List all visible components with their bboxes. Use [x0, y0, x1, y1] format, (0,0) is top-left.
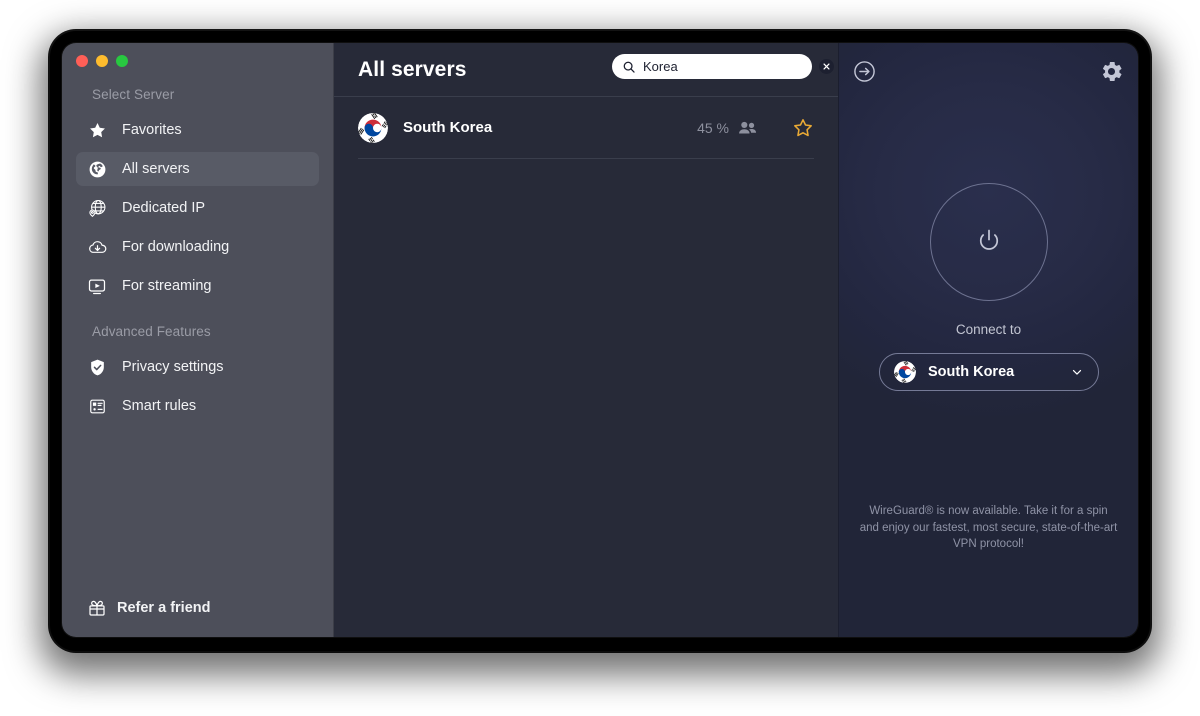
server-list: South Korea 45 % — [334, 97, 838, 159]
refer-a-friend-button[interactable]: Refer a friend — [86, 597, 210, 619]
promo-text: WireGuard® is now available. Take it for… — [859, 505, 1118, 550]
connection-panel: Connect to South Korea WireGuard® is now… — [838, 43, 1138, 637]
window-controls — [76, 55, 128, 67]
connect-to-label: Connect to — [955, 322, 1022, 337]
minimize-button[interactable] — [96, 55, 108, 67]
gear-icon[interactable] — [1099, 59, 1124, 84]
sidebar-nav-advanced: Privacy settings Smart rules — [76, 350, 319, 428]
globe-icon — [86, 158, 108, 180]
sidebar-heading-select-server: Select Server — [92, 87, 175, 102]
refer-a-friend-label: Refer a friend — [117, 600, 211, 616]
table-row[interactable]: South Korea 45 % — [358, 97, 814, 159]
clear-circle-icon[interactable] — [819, 59, 834, 74]
sidebar-item-smart-rules[interactable]: Smart rules — [76, 389, 319, 423]
arrow-right-circle-icon[interactable] — [853, 60, 876, 83]
users-icon — [738, 120, 758, 136]
zoom-button[interactable] — [116, 55, 128, 67]
power-button[interactable] — [929, 183, 1048, 301]
chevron-down-icon[interactable] — [1070, 365, 1084, 379]
sidebar-item-label: Privacy settings — [122, 359, 224, 375]
sidebar-item-label: Favorites — [122, 122, 182, 138]
main-header: All servers — [334, 43, 838, 97]
search-input[interactable] — [643, 59, 819, 74]
dedicated-ip-icon — [86, 197, 108, 219]
sidebar: Select Server Favorites All servers Dedi… — [62, 43, 334, 637]
south-korea-flag-icon — [894, 361, 916, 383]
sidebar-item-favorites[interactable]: Favorites — [76, 113, 319, 147]
close-button[interactable] — [76, 55, 88, 67]
sidebar-item-label: For downloading — [122, 239, 230, 255]
power-icon — [976, 227, 1002, 258]
sidebar-item-for-downloading[interactable]: For downloading — [76, 230, 319, 264]
streaming-icon — [86, 275, 108, 297]
server-load: 45 % — [697, 119, 729, 136]
sidebar-item-dedicated-ip[interactable]: Dedicated IP — [76, 191, 319, 225]
page-title: All servers — [358, 57, 467, 81]
search-icon — [622, 60, 636, 74]
rules-icon — [86, 395, 108, 417]
selected-server-name: South Korea — [928, 364, 1015, 380]
server-select-button[interactable]: South Korea — [879, 353, 1099, 391]
screen: Select Server Favorites All servers Dedi… — [0, 0, 1200, 716]
sidebar-item-all-servers[interactable]: All servers — [76, 152, 319, 186]
search-box[interactable] — [612, 54, 834, 79]
app-window: Select Server Favorites All servers Dedi… — [62, 43, 1138, 637]
sidebar-heading-advanced-features: Advanced Features — [92, 324, 211, 339]
sidebar-item-for-streaming[interactable]: For streaming — [76, 269, 319, 303]
sidebar-item-privacy-settings[interactable]: Privacy settings — [76, 350, 319, 384]
sidebar-item-label: Dedicated IP — [122, 200, 206, 216]
favorite-star-icon[interactable] — [792, 117, 814, 139]
gift-icon — [86, 597, 108, 619]
sidebar-item-label: Smart rules — [122, 398, 197, 414]
shield-check-icon — [86, 356, 108, 378]
star-icon — [86, 119, 108, 141]
sidebar-item-label: All servers — [122, 161, 190, 177]
cloud-download-icon — [86, 236, 108, 258]
main-panel: All servers Korea South Korea 45 % — [334, 43, 838, 637]
south-korea-flag-icon — [358, 112, 388, 143]
server-name: South Korea — [403, 119, 493, 136]
sidebar-nav-primary: Favorites All servers Dedicated IP For d… — [76, 113, 319, 308]
sidebar-item-label: For streaming — [122, 278, 212, 294]
